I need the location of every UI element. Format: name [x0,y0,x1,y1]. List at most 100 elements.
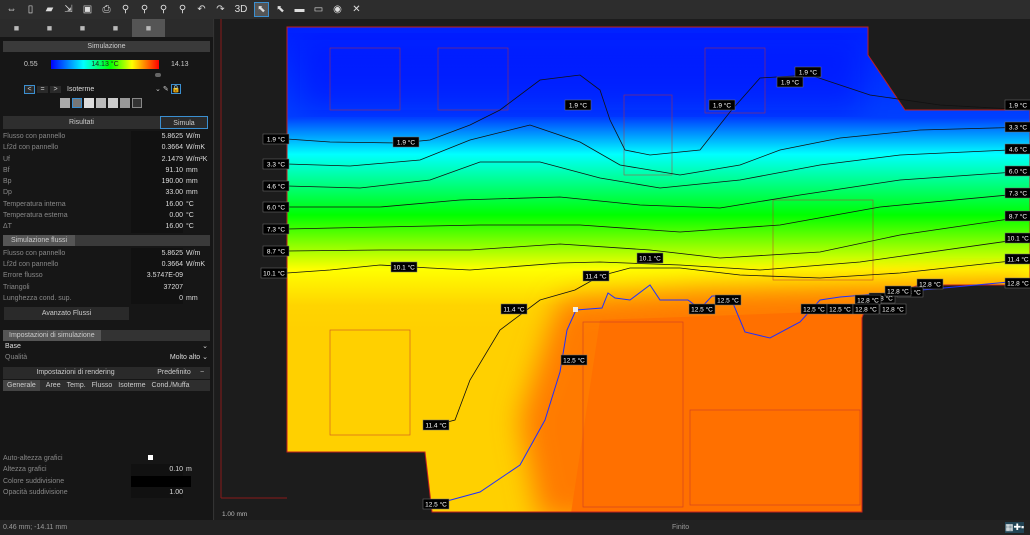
property-value[interactable]: 37207 [131,281,183,293]
fit-view-icon[interactable]: ⇔ [4,2,19,17]
print-icon[interactable]: ⎙ [99,2,114,17]
zoom-in-icon[interactable]: ⚲ [118,2,133,17]
mode-drop-icon[interactable] [120,98,130,108]
tab-crop-icon[interactable]: ■ [33,19,66,37]
property-value[interactable] [131,453,183,464]
probe-marker[interactable] [573,307,578,312]
property-unit: W/mK [186,260,206,268]
mode-lines-icon[interactable] [72,98,82,108]
grid-snap-icon[interactable]: ▦✚▪ [1005,522,1025,533]
eye-icon[interactable]: ◉ [330,2,345,17]
render-tab[interactable]: Aree [46,380,61,391]
isotherm-label-text: 12.8 °C [1007,280,1029,288]
less-button[interactable]: < [24,84,35,94]
property-value[interactable]: 0.3664 [131,142,183,154]
quality-value: Molto alto [169,354,201,362]
property-label: Altezza grafici [3,466,47,474]
property-value[interactable]: 5.8625 [131,131,183,143]
isotherm-label: 8.7 °C [262,245,290,257]
render-tab[interactable]: Flusso [92,380,113,391]
property-value[interactable]: 91.10 [131,164,183,177]
redo-icon[interactable]: ↷ [213,2,228,17]
tab-results[interactable]: Risultati [3,116,160,129]
zoom-window-icon[interactable]: ⚲ [156,2,171,17]
mode-solid-icon[interactable] [108,98,118,108]
isotherm-label: 12.8 °C [1004,277,1030,289]
mode-flow-icon[interactable] [96,98,106,108]
tab-layers-icon[interactable]: ■ [0,19,33,37]
property-value[interactable]: 0.3664 [131,258,183,271]
chevron-down-icon[interactable]: ⌄ [155,85,161,93]
thermal-map[interactable]: 1.9 °C1.9 °C1.9 °C 1.9 °C 1.9 °C1.9 °C 1.9 … [215,19,1030,520]
import-icon[interactable]: ⇲ [61,2,76,17]
property-value[interactable]: 16.00 [131,221,183,233]
property-value[interactable]: 2.1479 [131,153,183,165]
property-row: Errore flusso 3.5747E-09 [0,270,213,282]
mode-gradient-icon[interactable] [60,98,70,108]
greater-button[interactable]: > [50,85,61,93]
property-value[interactable]: 0 [131,292,183,305]
property-value[interactable]: 0.00 [131,210,183,222]
new-file-icon[interactable]: ▯ [23,2,38,17]
render-settings-table: Auto-altezza grafici Altezza grafici 0.10 m… [0,453,213,499]
section-title: Simulazione [3,41,210,52]
property-value[interactable] [131,475,191,488]
crop-icon: ■ [46,23,53,33]
isotherm-label-text: 8.7 °C [1009,213,1027,221]
quality-select[interactable]: Qualità Molto alto ⌄ [0,352,213,363]
comment-icon[interactable]: ▭ [311,2,326,17]
advanced-flow-button[interactable]: Avanzato Flussi [4,307,129,321]
save-icon[interactable]: ▣ [80,2,95,17]
thermal-canvas[interactable]: 1.9 °C 1.9 °C 1.9 °C 1.9 °C 1.9 °C 1.9 °C 1.9 … [215,19,1030,520]
property-unit [183,453,186,464]
tab-simulation-icon[interactable]: ■ [132,19,165,37]
open-folder-icon[interactable]: ▰ [42,2,57,17]
isotherm-label-text: 12.5 °C [829,306,851,314]
isotherm-label: 4.6 °C [262,180,290,192]
zoom-out-icon[interactable]: ⚲ [137,2,152,17]
equal-button[interactable]: = [37,85,48,93]
property-value[interactable]: 5.8625 [131,247,183,259]
property-unit [183,270,186,281]
zoom-all-icon[interactable]: ⚲ [175,2,190,17]
isotherm-label-text: 12.8 °C [857,297,879,305]
property-label: Opacità suddivisione [3,489,68,497]
property-value[interactable]: 16.00 [131,198,183,211]
isotherm-label-text: 1.9 °C [799,69,817,77]
property-unit [183,282,186,293]
property-value[interactable]: 33.00 [131,187,183,199]
tab-copy-icon[interactable]: ■ [66,19,99,37]
lock-icon[interactable]: 🔒 [170,84,182,94]
property-value[interactable]: 3.5747E-09 [131,270,183,282]
measure-icon[interactable]: ▬ [292,2,307,17]
tab-shape-icon[interactable]: ■ [99,19,132,37]
select-node-icon[interactable]: ⬉ [273,2,288,17]
scale-max: 14.13 [171,61,189,68]
property-unit: m [186,466,192,474]
pen-icon[interactable]: ✎ [163,85,169,93]
simulate-button[interactable]: Simula [160,116,208,129]
property-value[interactable]: 1.00 [131,487,183,499]
property-label: Lf2d con pannello [3,260,59,268]
grid-off-icon[interactable]: ✕ [349,2,364,17]
default-button[interactable]: Predefinito [148,367,200,379]
auto-height-checkbox[interactable] [148,455,153,461]
collapse-icon[interactable]: − [200,367,208,379]
select-icon[interactable]: ⬉ [254,2,269,17]
3d-button[interactable]: 3D [232,2,250,17]
mode-dark-icon[interactable] [132,98,142,108]
property-unit [191,476,194,487]
undo-icon[interactable]: ↶ [194,2,209,17]
property-label: Triangoli [3,283,30,291]
render-tab[interactable]: Generale [3,380,40,392]
property-value[interactable]: 190.00 [131,176,183,188]
property-value[interactable]: 0.10 [131,464,183,476]
render-tab[interactable]: Cond./Muffa [152,380,190,391]
property-row: Bp 190.00 mm [0,176,213,188]
base-select[interactable]: Base ⌄ [0,341,213,352]
render-tab[interactable]: Temp. [67,380,86,391]
scale-slider[interactable] [155,73,161,77]
display-mode-select[interactable]: Isoterme [63,86,153,93]
render-tab[interactable]: Isoterme [118,380,145,391]
mode-bands-icon[interactable] [84,98,94,108]
